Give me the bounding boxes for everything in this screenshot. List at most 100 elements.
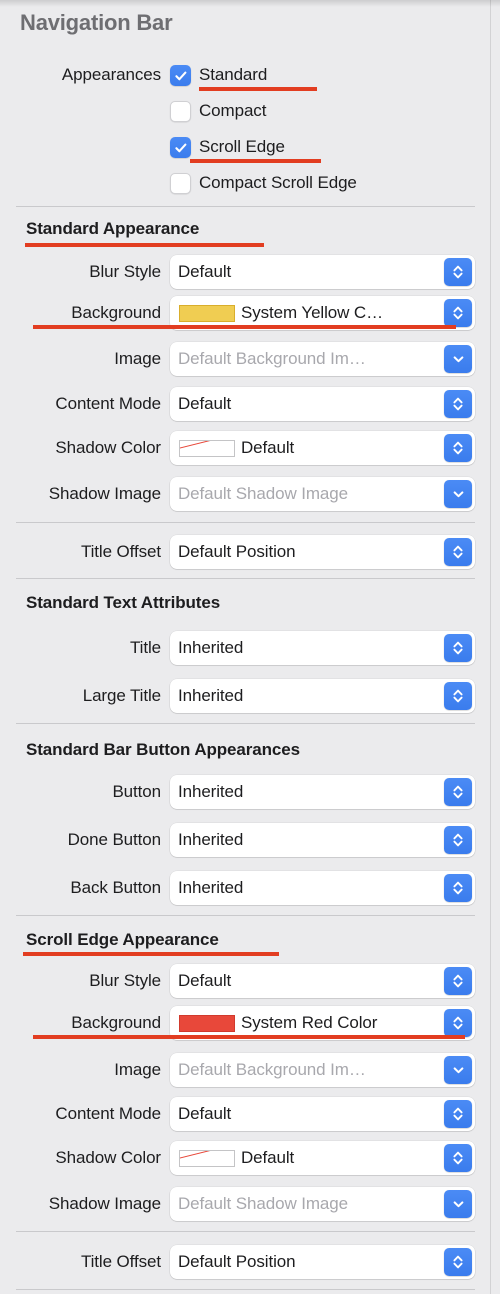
field-value: System Yellow C… [241, 303, 384, 322]
pulldown-shadow-image-standard[interactable]: Default Shadow Image [170, 477, 475, 511]
chevron-up-down-icon[interactable] [444, 258, 472, 286]
section-divider [16, 522, 475, 523]
chevron-up-down-icon[interactable] [444, 1009, 472, 1037]
chevron-up-down-icon[interactable] [444, 874, 472, 902]
chevron-up-down-icon[interactable] [444, 967, 472, 995]
field-placeholder: Default Background Im… [178, 1060, 366, 1079]
field-value: Default Position [178, 542, 296, 561]
field-placeholder: Default Shadow Image [178, 484, 348, 503]
appearances-row-compact: Compact [0, 96, 500, 126]
popup-title-standard[interactable]: Inherited [170, 631, 475, 665]
field-value: Default [178, 1104, 232, 1123]
row-title-offset-scroll-edge: Title Offset Default Position [0, 1245, 500, 1279]
checkbox-compact-scroll-edge[interactable] [170, 173, 191, 194]
checkbox-label-compact[interactable]: Compact [199, 96, 266, 126]
row-label: Title [130, 638, 161, 657]
popup-done-button-standard[interactable]: Inherited [170, 823, 475, 857]
row-label: Done Button [67, 830, 162, 849]
field-value: Inherited [178, 782, 244, 801]
annotation-underline-standard-appearance [25, 243, 264, 247]
chevron-down-icon[interactable] [444, 480, 472, 508]
popup-blur-style-standard[interactable]: Default [170, 255, 475, 289]
section-divider [16, 578, 475, 579]
section-header-standard-text-attributes: Standard Text Attributes [26, 593, 221, 612]
chevron-down-icon[interactable] [444, 345, 472, 373]
chevron-up-down-icon[interactable] [444, 1248, 472, 1276]
row-label: Shadow Image [48, 1194, 161, 1213]
pulldown-image-scroll-edge[interactable]: Default Background Im… [170, 1053, 475, 1087]
section-header-standard-bar-button-appearances: Standard Bar Button Appearances [26, 740, 300, 759]
row-label: Blur Style [89, 262, 161, 281]
chevron-up-down-icon[interactable] [444, 434, 472, 462]
chevron-up-down-icon[interactable] [444, 538, 472, 566]
checkbox-compact[interactable] [170, 101, 191, 122]
row-large-title-standard: Large Title Inherited [0, 679, 500, 713]
appearances-row-standard: Appearances Standard [0, 60, 500, 90]
row-blur-style-standard: Blur Style Default [0, 255, 500, 289]
row-label: Shadow Image [48, 484, 161, 503]
checkmark-icon [174, 143, 186, 152]
chevron-up-down-icon[interactable] [444, 826, 472, 854]
popup-content-mode-standard[interactable]: Default [170, 387, 475, 421]
row-label: Shadow Color [55, 438, 161, 457]
checkbox-label-standard[interactable]: Standard [199, 60, 267, 90]
pulldown-image-standard[interactable]: Default Background Im… [170, 342, 475, 376]
chevron-up-down-icon[interactable] [444, 634, 472, 662]
row-image-scroll-edge: Image Default Background Im… [0, 1053, 500, 1087]
popup-large-title-standard[interactable]: Inherited [170, 679, 475, 713]
field-value: Default [241, 438, 295, 457]
row-content-mode-standard: Content Mode Default [0, 387, 500, 421]
checkbox-label-compact-scroll-edge[interactable]: Compact Scroll Edge [199, 168, 357, 198]
field-value: Default [178, 394, 232, 413]
section-divider [16, 723, 475, 724]
field-value: Default [178, 262, 232, 281]
chevron-up-down-icon[interactable] [444, 1144, 472, 1172]
annotation-underline-scroll-edge [190, 159, 321, 163]
popup-button-standard[interactable]: Inherited [170, 775, 475, 809]
field-value: Inherited [178, 686, 244, 705]
no-color-swatch-icon [179, 1149, 235, 1167]
checkbox-standard[interactable] [170, 65, 191, 86]
section-divider [16, 1231, 475, 1232]
row-shadow-color-standard: Shadow Color Default [0, 431, 500, 465]
appearances-row-compact-scroll-edge: Compact Scroll Edge [0, 168, 500, 198]
annotation-underline-background-scroll-edge [33, 1035, 465, 1039]
field-value: Inherited [178, 878, 244, 897]
popup-blur-style-scroll-edge[interactable]: Default [170, 964, 475, 998]
checkbox-label-scroll-edge[interactable]: Scroll Edge [199, 132, 285, 162]
popup-title-offset-scroll-edge[interactable]: Default Position [170, 1245, 475, 1279]
row-label: Image [114, 349, 161, 368]
chevron-up-down-icon[interactable] [444, 778, 472, 806]
row-image-standard: Image Default Background Im… [0, 342, 500, 376]
section-header-standard-appearance: Standard Appearance [26, 219, 200, 238]
popup-back-button-standard[interactable]: Inherited [170, 871, 475, 905]
row-label: Large Title [82, 686, 161, 705]
section-divider [16, 1289, 475, 1290]
field-value: Inherited [178, 830, 244, 849]
panel-right-edge [490, 0, 500, 1294]
checkmark-icon [174, 71, 186, 80]
row-label: Back Button [70, 878, 161, 897]
row-label: Title Offset [80, 1252, 161, 1271]
popup-content-mode-scroll-edge[interactable]: Default [170, 1097, 475, 1131]
row-title-offset-standard: Title Offset Default Position [0, 535, 500, 569]
field-value: Default [241, 1148, 295, 1167]
chevron-up-down-icon[interactable] [444, 682, 472, 710]
section-header-scroll-edge-appearance: Scroll Edge Appearance [26, 930, 219, 949]
pulldown-shadow-image-scroll-edge[interactable]: Default Shadow Image [170, 1187, 475, 1221]
chevron-up-down-icon[interactable] [444, 390, 472, 418]
row-label: Content Mode [55, 394, 161, 413]
checkbox-scroll-edge[interactable] [170, 137, 191, 158]
color-swatch-red [179, 1014, 235, 1032]
row-back-button-standard: Back Button Inherited [0, 871, 500, 905]
popup-shadow-color-standard[interactable]: Default [170, 431, 475, 465]
popup-shadow-color-scroll-edge[interactable]: Default [170, 1141, 475, 1175]
chevron-down-icon[interactable] [444, 1056, 472, 1084]
chevron-down-icon[interactable] [444, 1190, 472, 1218]
chevron-up-down-icon[interactable] [444, 299, 472, 327]
popup-title-offset-standard[interactable]: Default Position [170, 535, 475, 569]
row-label: Title Offset [80, 542, 161, 561]
chevron-up-down-icon[interactable] [444, 1100, 472, 1128]
row-shadow-image-standard: Shadow Image Default Shadow Image [0, 477, 500, 511]
scroll-top-shadow [0, 0, 500, 7]
